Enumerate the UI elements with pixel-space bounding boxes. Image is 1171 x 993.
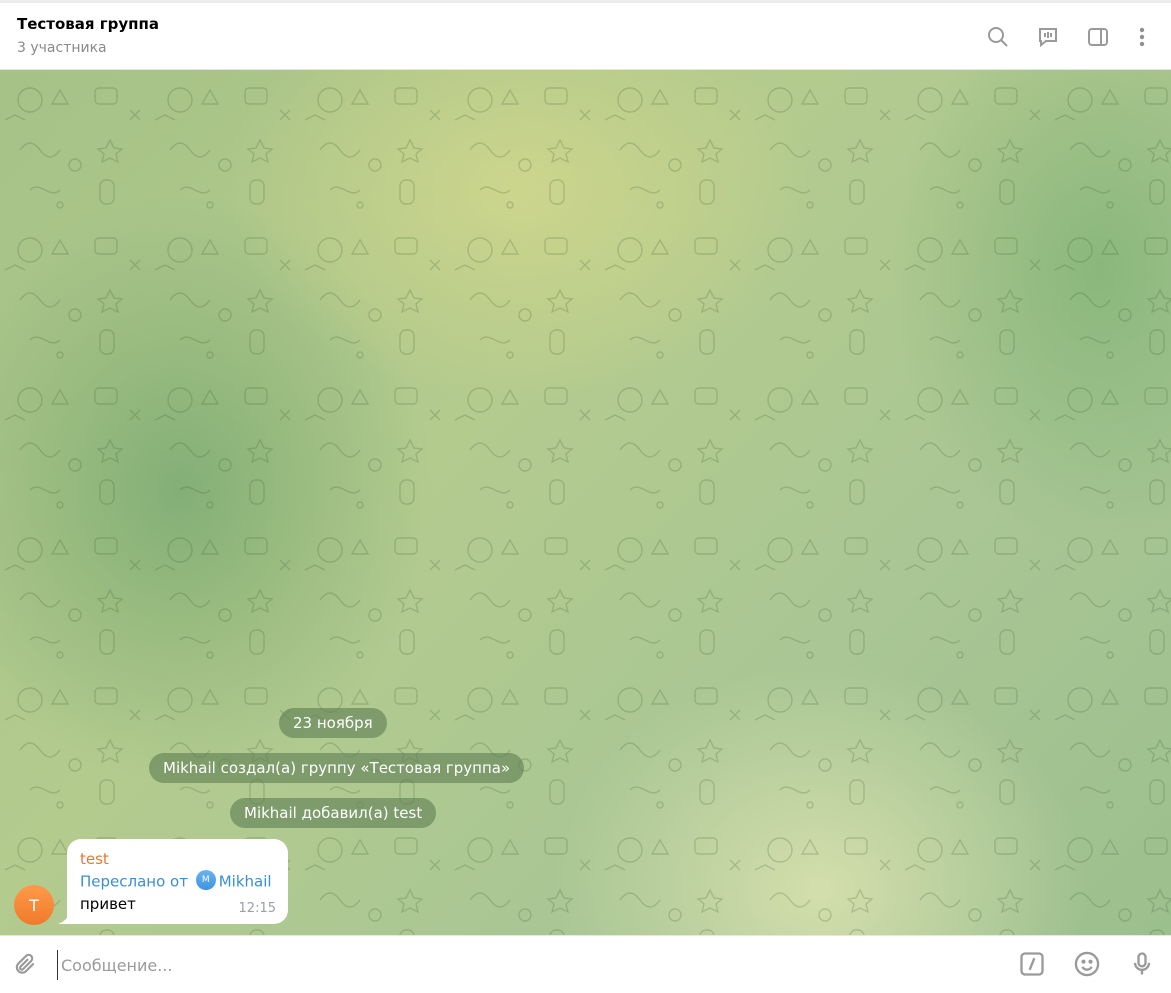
wallpaper-pattern: [0, 70, 1171, 935]
message-sender[interactable]: test: [80, 850, 109, 868]
chat-header[interactable]: Тестовая группа 3 участника: [0, 3, 1171, 70]
chat-title[interactable]: Тестовая группа: [17, 15, 159, 33]
sidebar-toggle-icon[interactable]: [1084, 23, 1112, 51]
microphone-icon[interactable]: [1127, 949, 1157, 979]
service-message-group-created: Mikhail создал(а) группу «Тестовая групп…: [149, 753, 525, 783]
avatar-letter: T: [29, 895, 39, 915]
avatar[interactable]: T: [14, 885, 54, 925]
forwarded-header[interactable]: Переслано от M Mikhail: [80, 870, 272, 892]
message-bubble[interactable]: test Переслано от M Mikhail привет 12:15: [67, 839, 288, 924]
chat-area[interactable]: 23 ноября Mikhail создал(а) группу «Тест…: [0, 70, 1171, 935]
search-icon[interactable]: [984, 23, 1012, 51]
message-composer: [0, 935, 1171, 993]
message-input[interactable]: [57, 950, 963, 980]
attach-icon[interactable]: [10, 949, 40, 979]
forwarded-avatar: M: [195, 870, 216, 890]
service-message-member-added: Mikhail добавил(а) test: [230, 798, 437, 828]
message-text: привет: [80, 895, 136, 913]
emoji-icon[interactable]: [1072, 949, 1102, 979]
voice-chat-icon[interactable]: [1034, 23, 1062, 51]
date-separator: 23 ноября: [279, 708, 387, 738]
forwarded-prefix: Переслано от: [80, 872, 188, 891]
forwarded-from-name[interactable]: Mikhail: [219, 873, 272, 891]
more-vertical-icon[interactable]: [1128, 23, 1156, 51]
message-time: 12:15: [238, 901, 276, 916]
commands-icon[interactable]: [1017, 949, 1047, 979]
member-count[interactable]: 3 участника: [17, 40, 107, 56]
